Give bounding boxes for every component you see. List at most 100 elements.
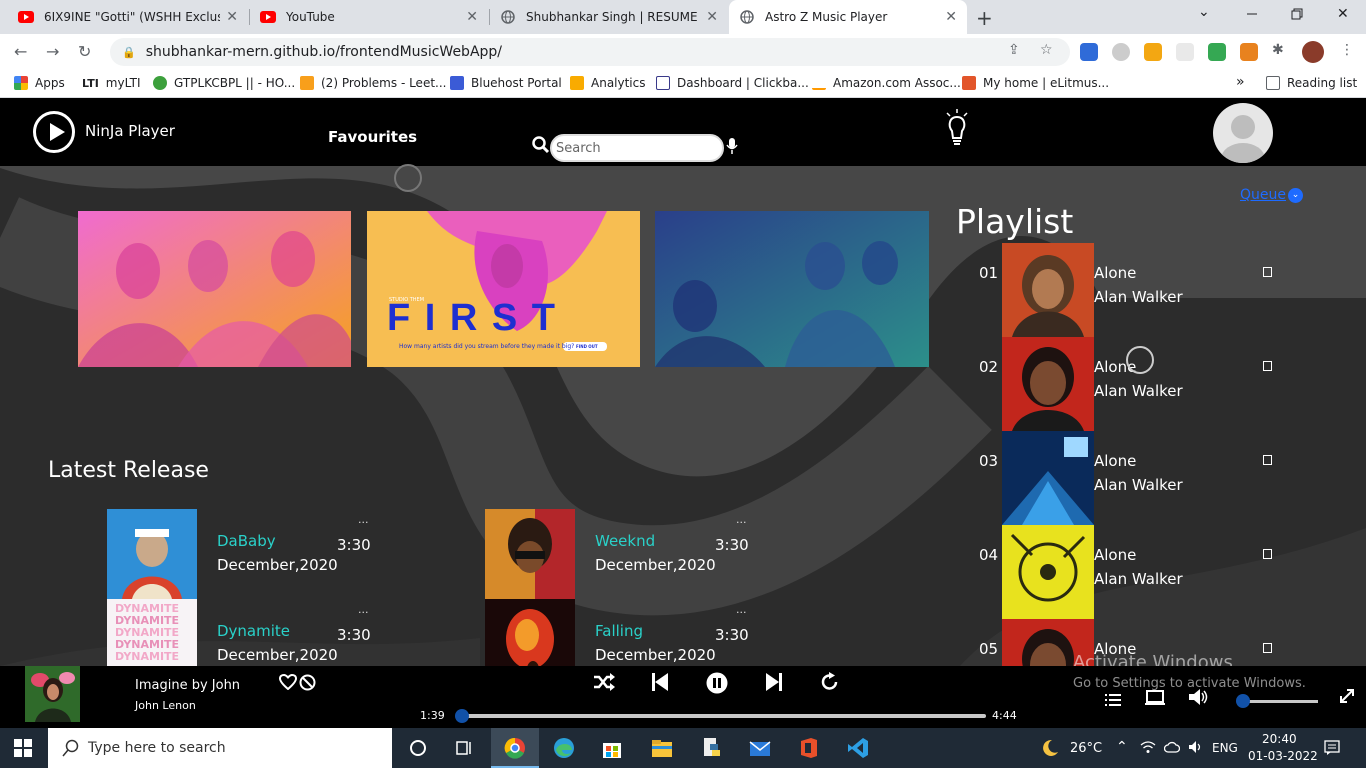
language-indicator[interactable]: ENG: [1212, 741, 1238, 755]
queue-link[interactable]: Queue ⌄: [1240, 187, 1303, 203]
reading-list[interactable]: Reading list: [1266, 76, 1357, 90]
close-icon[interactable]: ✕: [945, 9, 957, 25]
restore-icon[interactable]: [1291, 8, 1303, 24]
edge-icon[interactable]: [552, 736, 576, 760]
pause-icon[interactable]: [706, 672, 728, 698]
playlist-item[interactable]: 04 Alone Alan Walker: [976, 525, 1276, 619]
clock-date[interactable]: 01-03-2022: [1248, 749, 1318, 763]
search-input[interactable]: [550, 134, 724, 162]
more-dots-icon[interactable]: ...: [736, 513, 747, 526]
banner-gaming-friends[interactable]: [655, 211, 929, 367]
release-card[interactable]: ... DaBaby December,2020 3:30: [107, 509, 387, 599]
forward-arrow-icon[interactable]: →: [46, 42, 59, 61]
bookmark-gtpl[interactable]: GTPLKCBPL || - HO...: [153, 76, 295, 90]
extension-icon[interactable]: [1112, 43, 1130, 61]
banner-party-crowd[interactable]: [78, 211, 351, 367]
more-dots-icon[interactable]: ...: [358, 603, 369, 616]
search-icon[interactable]: [532, 136, 550, 158]
brand-name[interactable]: NinJa Player: [85, 122, 175, 140]
playlist-item[interactable]: 03 Alone Alan Walker: [976, 431, 1276, 525]
speaker-icon[interactable]: [1188, 740, 1204, 757]
volume-slider[interactable]: [1236, 694, 1318, 708]
browser-tab-2[interactable]: YouTube ✕: [250, 0, 488, 34]
cloud-icon[interactable]: [1163, 740, 1181, 757]
bookmark-analytics[interactable]: Analytics: [570, 76, 646, 90]
playlist-item[interactable]: 01 Alone Alan Walker: [976, 243, 1276, 337]
extension-icon[interactable]: [1176, 43, 1194, 61]
clock-time[interactable]: 20:40: [1262, 732, 1297, 746]
bookmark-leetcode[interactable]: (2) Problems - Leet...: [300, 76, 446, 90]
browser-tab-4[interactable]: Astro Z Music Player ✕: [729, 0, 967, 34]
banner-first-promo[interactable]: STUDIO THEM F I R S T How many artists d…: [367, 211, 640, 367]
close-icon[interactable]: ✕: [706, 9, 718, 25]
bookmark-bluehost[interactable]: Bluehost Portal: [450, 76, 562, 90]
expand-icon[interactable]: [1339, 688, 1355, 708]
windows-start-icon[interactable]: [14, 739, 32, 757]
browser-tab-1[interactable]: 6IX9INE "Gotti" (WSHH Exclusive ✕: [8, 0, 248, 34]
previous-track-icon[interactable]: [652, 673, 668, 695]
seek-knob[interactable]: [455, 709, 469, 723]
task-view-icon[interactable]: [452, 736, 476, 760]
kebab-menu-icon[interactable]: ⋮: [1340, 42, 1354, 58]
taskbar-search[interactable]: Type here to search: [48, 728, 392, 768]
extension-icon[interactable]: [1144, 43, 1162, 61]
seek-bar[interactable]: [455, 709, 986, 723]
more-dots-icon[interactable]: ...: [358, 513, 369, 526]
vscode-icon[interactable]: [846, 736, 870, 760]
release-card[interactable]: ... Weeknd December,2020 3:30: [485, 509, 765, 599]
url-bar[interactable]: 🔒 shubhankar-mern.github.io/frontendMusi…: [110, 38, 1070, 66]
checkbox-icon[interactable]: [1263, 549, 1272, 559]
close-window-icon[interactable]: ✕: [1337, 6, 1349, 22]
checkbox-icon[interactable]: [1263, 643, 1272, 653]
new-tab-icon[interactable]: +: [976, 6, 993, 30]
reload-icon[interactable]: ↻: [78, 42, 91, 61]
queue-list-icon[interactable]: [1105, 692, 1121, 711]
share-icon[interactable]: ⇪: [1008, 42, 1020, 58]
temperature[interactable]: 26°C: [1070, 741, 1102, 756]
next-track-icon[interactable]: [766, 673, 782, 695]
checkbox-icon[interactable]: [1263, 361, 1272, 371]
block-icon[interactable]: [299, 674, 316, 695]
cortana-icon[interactable]: [406, 736, 430, 760]
store-icon[interactable]: [600, 736, 624, 760]
chrome-taskbar-active[interactable]: [491, 728, 539, 768]
bookmark-mylti[interactable]: LTI myLTI: [82, 76, 141, 90]
back-arrow-icon[interactable]: ←: [14, 42, 27, 61]
checkbox-icon[interactable]: [1263, 455, 1272, 465]
nav-favourites[interactable]: Favourites: [328, 128, 417, 146]
promo-cta[interactable]: FIND OUT: [576, 344, 598, 349]
bookmark-star-icon[interactable]: ☆: [1040, 42, 1053, 58]
checkbox-icon[interactable]: [1263, 267, 1272, 277]
bookmark-amazon[interactable]: Amazon.com Assoc...: [812, 76, 961, 90]
file-explorer-icon[interactable]: [650, 736, 674, 760]
office-icon[interactable]: [797, 736, 821, 760]
microphone-icon[interactable]: [726, 137, 738, 159]
metamask-icon[interactable]: [1240, 43, 1258, 61]
bookmark-apps[interactable]: Apps: [14, 76, 65, 90]
volume-icon[interactable]: [1189, 689, 1209, 709]
notification-icon[interactable]: [1324, 740, 1340, 759]
browser-tab-3[interactable]: Shubhankar Singh | RESUME ✕: [490, 0, 728, 34]
play-logo-icon[interactable]: [33, 111, 75, 153]
extension-icon[interactable]: [1208, 43, 1226, 61]
minimize-icon[interactable]: [1246, 8, 1258, 24]
more-dots-icon[interactable]: ...: [736, 603, 747, 616]
puzzle-icon[interactable]: ✱: [1272, 42, 1284, 58]
mail-icon[interactable]: [748, 736, 772, 760]
close-icon[interactable]: ✕: [466, 9, 478, 25]
user-avatar[interactable]: [1213, 103, 1273, 163]
bookmark-clickbank[interactable]: Dashboard | Clickba...: [656, 76, 809, 90]
shuffle-icon[interactable]: [593, 673, 615, 695]
profile-avatar[interactable]: [1302, 41, 1324, 63]
device-icon[interactable]: [1145, 690, 1165, 710]
bookmark-elitmus[interactable]: My home | eLitmus...: [962, 76, 1109, 90]
close-icon[interactable]: ✕: [226, 9, 238, 25]
playlist-item[interactable]: 02 Alone Alan Walker: [976, 337, 1276, 431]
weather-icon[interactable]: [1038, 736, 1062, 760]
repeat-icon[interactable]: [820, 672, 840, 696]
more-bookmarks-icon[interactable]: »: [1236, 74, 1245, 90]
network-icon[interactable]: [1140, 740, 1156, 757]
chevron-down-icon[interactable]: ⌄: [1198, 4, 1210, 20]
heart-icon[interactable]: [278, 673, 298, 694]
chevron-up-icon[interactable]: ⌃: [1116, 739, 1128, 755]
